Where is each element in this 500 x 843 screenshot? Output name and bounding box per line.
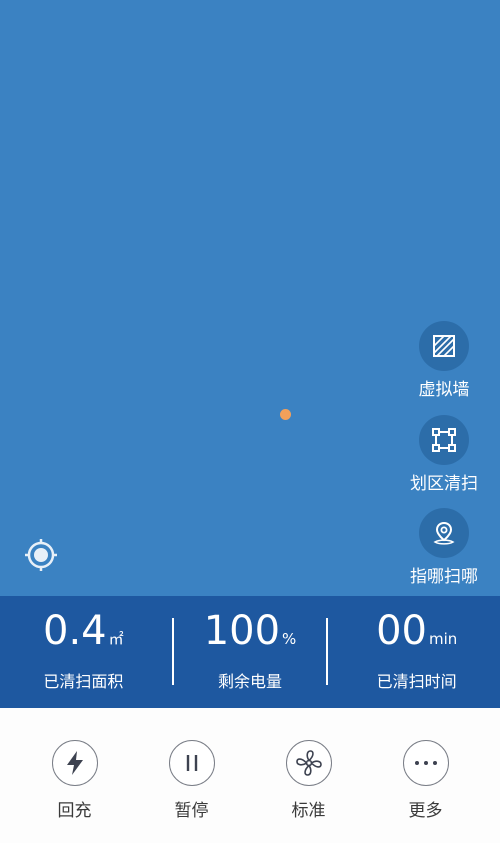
recharge-button[interactable]: 回充 bbox=[30, 740, 120, 843]
robot-position-dot bbox=[280, 409, 291, 420]
battery-value: 100 bbox=[203, 608, 281, 654]
more-button[interactable]: 更多 bbox=[381, 740, 471, 843]
zone-clean-icon bbox=[432, 428, 456, 452]
spot-clean-icon-circle bbox=[419, 508, 469, 558]
lightning-icon bbox=[66, 751, 83, 775]
virtual-wall-label: 虚拟墙 bbox=[418, 380, 470, 400]
pause-icon bbox=[186, 755, 197, 771]
battery-unit: % bbox=[282, 630, 297, 648]
cleaning-map[interactable]: 虚拟墙 划区清扫 指哪扫哪 bbox=[0, 0, 500, 596]
battery-caption: 剩余电量 bbox=[218, 672, 283, 691]
zone-clean-label: 划区清扫 bbox=[410, 474, 478, 494]
suction-mode-button[interactable]: 标准 bbox=[264, 740, 354, 843]
stats-divider bbox=[172, 618, 174, 685]
stat-battery: 100 % 剩余电量 bbox=[167, 596, 334, 708]
pause-ring bbox=[168, 740, 215, 786]
clean-time-unit: min bbox=[428, 630, 458, 648]
stats-divider bbox=[326, 618, 328, 685]
suction-mode-ring bbox=[285, 740, 332, 786]
pause-button[interactable]: 暂停 bbox=[147, 740, 237, 843]
cleaning-stats-bar: 0.4 ㎡ 已清扫面积 100 % 剩余电量 00 min 已清扫时间 bbox=[0, 596, 500, 708]
stat-clean-time: 00 min 已清扫时间 bbox=[333, 596, 500, 708]
clean-time-caption: 已清扫时间 bbox=[376, 672, 457, 691]
fan-icon bbox=[295, 750, 322, 776]
zone-clean-icon-circle bbox=[419, 415, 469, 465]
cleaned-area-caption: 已清扫面积 bbox=[43, 672, 124, 691]
pause-label: 暂停 bbox=[174, 801, 209, 821]
more-label: 更多 bbox=[408, 801, 443, 821]
spot-clean-label: 指哪扫哪 bbox=[410, 567, 478, 587]
suction-mode-label: 标准 bbox=[291, 801, 326, 821]
cleaned-area-value: 0.4 bbox=[43, 608, 107, 654]
cleaned-area-unit: ㎡ bbox=[108, 630, 124, 648]
bottom-action-bar: 回充 暂停 标准 更多 bbox=[0, 708, 500, 843]
stat-clean-time-value-row: 00 min bbox=[376, 608, 457, 658]
spot-clean-button[interactable]: 指哪扫哪 bbox=[404, 508, 484, 587]
stat-cleaned-area: 0.4 ㎡ 已清扫面积 bbox=[0, 596, 167, 708]
recharge-label: 回充 bbox=[57, 801, 92, 821]
locate-target-icon bbox=[25, 539, 57, 571]
more-ring bbox=[402, 740, 449, 786]
more-dots-icon bbox=[414, 761, 437, 765]
stat-battery-value-row: 100 % bbox=[204, 608, 297, 658]
spot-clean-pin-icon bbox=[433, 521, 455, 545]
clean-time-value: 00 bbox=[376, 608, 427, 654]
virtual-wall-button[interactable]: 虚拟墙 bbox=[404, 321, 484, 400]
locate-robot-button[interactable] bbox=[22, 536, 60, 574]
virtual-wall-icon-circle bbox=[419, 321, 469, 371]
stat-cleaned-area-value-row: 0.4 ㎡ bbox=[43, 608, 124, 658]
recharge-ring bbox=[51, 740, 98, 786]
zone-clean-button[interactable]: 划区清扫 bbox=[404, 415, 484, 494]
virtual-wall-icon bbox=[433, 335, 455, 357]
